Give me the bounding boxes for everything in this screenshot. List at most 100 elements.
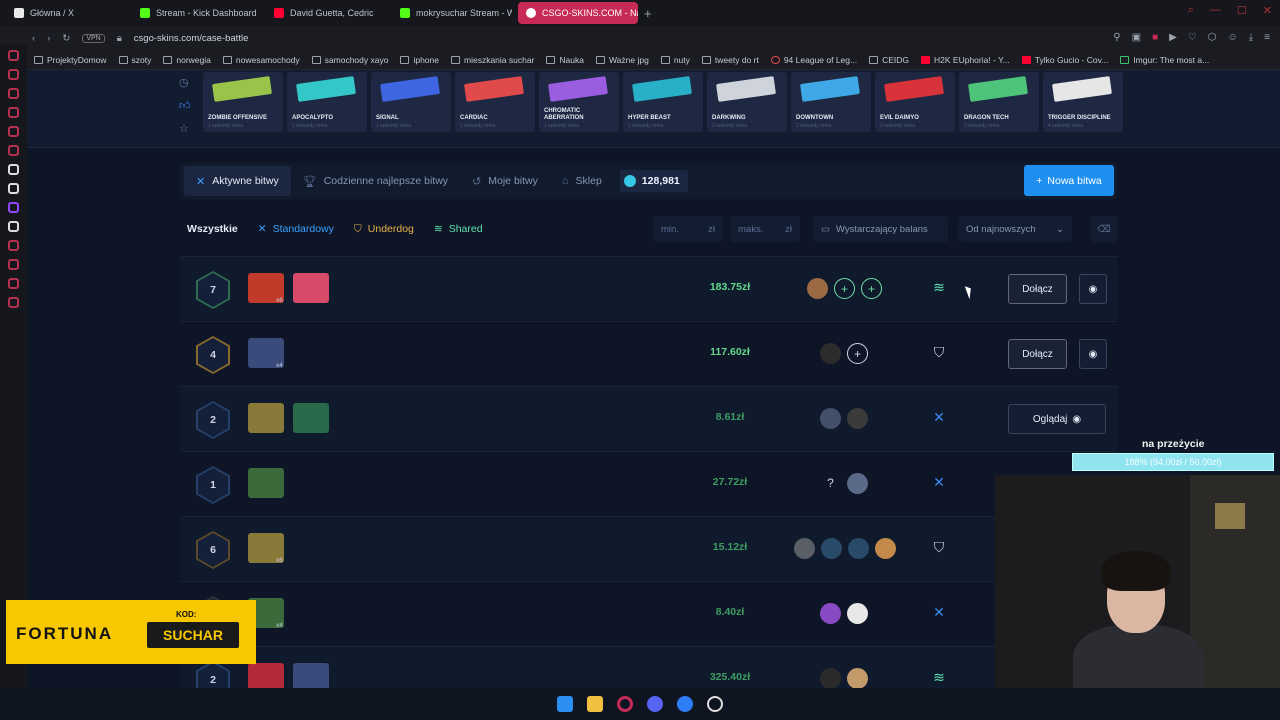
tab-kick-dashboard[interactable]: Stream - Kick Dashboard — [132, 2, 260, 24]
battle-row[interactable]: x4 8.40zł ✕ — [180, 581, 1117, 645]
drop-case-card[interactable]: DRAGON TECH 3 sekundy temu — [959, 72, 1039, 132]
empty-slot[interactable]: + — [847, 343, 868, 364]
sidebar-app-icon[interactable] — [8, 240, 19, 251]
app-icon[interactable] — [707, 696, 723, 712]
sidebar-settings-icon[interactable] — [8, 297, 19, 308]
sidebar-x-icon[interactable] — [8, 221, 19, 232]
player-avatar[interactable] — [807, 278, 828, 299]
eye-icon[interactable]: ◉ — [1079, 274, 1107, 304]
sidebar-app-icon[interactable] — [8, 88, 19, 99]
bookmark[interactable]: mieszkania suchar — [451, 55, 534, 65]
balance-display[interactable]: 128,981 — [619, 170, 688, 192]
tab-csgo-skins[interactable]: CSGO-SKINS.COM - Naj — [518, 2, 638, 24]
tab-active-battles[interactable]: ✕ Aktywne bitwy — [184, 166, 291, 196]
thumbs-up-icon[interactable]: 👍︎ — [179, 99, 191, 112]
pin-icon[interactable]: ⚲ — [1113, 32, 1120, 43]
bookmark[interactable]: samochody xayo — [311, 55, 388, 65]
file-explorer-icon[interactable] — [587, 696, 603, 712]
player-icon[interactable]: ▶ — [1169, 32, 1177, 43]
min-price-input[interactable]: min. zł — [653, 216, 723, 242]
sidebar-app-icon[interactable] — [8, 107, 19, 118]
heart-icon[interactable]: ♡ — [1188, 32, 1197, 43]
eye-icon[interactable]: ◉ — [1079, 339, 1107, 369]
tab-x[interactable]: Główna / X — [6, 2, 126, 24]
drop-case-card[interactable]: HYPER BEAST 1 sekundy temu — [623, 72, 703, 132]
download-icon[interactable]: ⤓ — [1249, 32, 1253, 43]
player-avatar[interactable] — [821, 538, 842, 559]
drop-case-card[interactable]: DARKWING 2 sekundy temu — [707, 72, 787, 132]
sidebar-chatgpt-icon[interactable] — [8, 183, 19, 194]
bookmark[interactable]: Imgur: The most a... — [1120, 55, 1209, 65]
sufficient-balance-toggle[interactable]: ▭ Wystarczający balans — [813, 216, 948, 242]
battle-row[interactable]: 2 8.61zł ✕ Oglądaj ◉ — [180, 386, 1117, 450]
battle-row[interactable]: 6 x6 15.12zł ⛉ — [180, 516, 1117, 580]
drop-case-card[interactable]: TRIGGER DISCIPLINE 4 sekundy temu — [1043, 72, 1123, 132]
bookmark[interactable]: iphone — [400, 55, 439, 65]
sidebar-app-icon[interactable] — [8, 69, 19, 80]
max-price-input[interactable]: maks. zł — [730, 216, 800, 242]
forward-icon[interactable]: › — [47, 33, 50, 44]
sidebar-app-icon[interactable] — [8, 50, 19, 61]
vpn-badge[interactable]: VPN — [82, 33, 105, 43]
maximize-icon[interactable]: ☐ — [1237, 4, 1247, 17]
bookmark[interactable]: nuty — [660, 55, 690, 65]
battle-row[interactable]: 1 27.72zł? ✕ — [180, 451, 1117, 515]
bookmark[interactable]: 94 League of Leg... — [770, 55, 857, 65]
filter-all[interactable]: Wszystkie — [187, 223, 238, 235]
tab-youtube[interactable]: David Guetta, Cedric — [266, 2, 386, 24]
bookmark[interactable]: szoty — [118, 55, 151, 65]
drop-case-card[interactable]: SIGNAL 1 sekundy temu — [371, 72, 451, 132]
drop-case-card[interactable]: EVIL DAIMYO 3 sekundy temu — [875, 72, 955, 132]
reload-icon[interactable]: ↻ — [62, 33, 70, 44]
tab-my-battles[interactable]: ↺ Moje bitwy — [460, 166, 550, 196]
drop-case-card[interactable]: ZOMBIE OFFENSIVE 1 sekundy temu — [203, 72, 283, 132]
windows-start-icon[interactable] — [557, 696, 573, 712]
sidebar-twitch-icon[interactable] — [8, 202, 19, 213]
player-avatar[interactable] — [820, 668, 841, 689]
sidebar-app-icon[interactable] — [8, 126, 19, 137]
sidebar-app-icon[interactable] — [8, 278, 19, 289]
new-battle-button[interactable]: + Nowa bitwa — [1024, 165, 1114, 196]
tab-shop[interactable]: ⌂ Sklep — [550, 166, 614, 196]
battle-row[interactable]: 7 x6 183.75zł + + ≋ Dołącz ◉ — [180, 256, 1117, 320]
sidebar-ai-icon[interactable] — [8, 164, 19, 175]
discord-icon[interactable] — [647, 696, 663, 712]
snapshot-icon[interactable]: ▣ — [1132, 32, 1141, 43]
drop-case-card[interactable]: CHROMATIC ABERRATION 1 sekundy temu — [539, 72, 619, 132]
bookmark[interactable]: nowesamochody — [222, 55, 300, 65]
bookmark[interactable]: Nauka — [546, 55, 584, 65]
bookmark[interactable]: Tylko Gucio - Cov... — [1021, 55, 1108, 65]
bookmark[interactable]: H2K EUphoria! - Y... — [921, 55, 1010, 65]
bookmark[interactable]: Ważne jpg — [595, 55, 649, 65]
player-avatar[interactable] — [847, 408, 868, 429]
search-icon[interactable]: ⌕ — [1188, 4, 1194, 17]
bookmark[interactable]: ProjektyDomow — [34, 55, 107, 65]
tab-daily-best[interactable]: 🏆︎ Codzienne najlepsze bitwy — [291, 166, 460, 196]
battle-row[interactable]: 4 x4 117.60zł + ⛉ Dołącz ◉ — [180, 321, 1117, 385]
back-icon[interactable]: ‹ — [32, 33, 35, 44]
drop-case-card[interactable]: APOCALYPTO 1 sekundy temu — [287, 72, 367, 132]
sort-select[interactable]: Od najnowszych ⌄ — [958, 216, 1072, 242]
player-avatar[interactable] — [820, 343, 841, 364]
url-field[interactable]: csgo-skins.com/case-battle — [134, 33, 249, 44]
drop-case-card[interactable]: DOWNTOWN 2 sekundy temu — [791, 72, 871, 132]
player-avatar[interactable] — [820, 408, 841, 429]
star-icon[interactable]: ☆ — [179, 122, 191, 135]
opera-gx-icon[interactable] — [617, 696, 633, 712]
clear-filters-button[interactable]: ⌫ — [1091, 216, 1117, 242]
filter-underdog[interactable]: ⛉ Underdog — [354, 223, 414, 236]
player-avatar[interactable] — [820, 603, 841, 624]
filter-standard[interactable]: ✕ Standardowy — [258, 223, 334, 235]
empty-slot[interactable]: + — [834, 278, 855, 299]
bookmark[interactable]: norwegia — [163, 55, 211, 65]
empty-slot[interactable]: + — [861, 278, 882, 299]
new-tab-button[interactable]: + — [644, 6, 652, 21]
drop-case-card[interactable]: CARDIAC 1 sekundy temu — [455, 72, 535, 132]
close-icon[interactable]: ✕ — [1263, 4, 1272, 17]
bookmark[interactable]: tweety do rt — [701, 55, 759, 65]
profile-icon[interactable]: ☺ — [1228, 32, 1238, 43]
player-avatar[interactable] — [847, 603, 868, 624]
sidebar-app-icon[interactable] — [8, 145, 19, 156]
filter-shared[interactable]: ≋ Shared — [434, 223, 483, 235]
messenger-icon[interactable] — [677, 696, 693, 712]
